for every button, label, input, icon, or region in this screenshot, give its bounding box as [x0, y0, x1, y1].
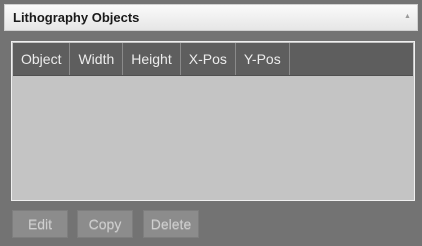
panel-titlebar: Lithography Objects ▲ — [4, 4, 418, 31]
list-body[interactable] — [13, 76, 413, 199]
chevron-up-icon[interactable]: ▲ — [403, 12, 412, 21]
objects-list[interactable]: Object Width Height X-Pos Y-Pos — [11, 41, 415, 201]
lithography-objects-panel: Lithography Objects ▲ Object Width Heigh… — [0, 0, 422, 246]
delete-button[interactable]: Delete — [143, 210, 199, 238]
list-header: Object Width Height X-Pos Y-Pos — [13, 43, 413, 75]
column-header-height[interactable]: Height — [123, 43, 181, 75]
edit-button[interactable]: Edit — [12, 210, 68, 238]
column-header-y-pos[interactable]: Y-Pos — [236, 43, 290, 75]
panel-title: Lithography Objects — [13, 10, 140, 25]
column-header-object[interactable]: Object — [13, 43, 71, 75]
column-header-width[interactable]: Width — [70, 43, 124, 75]
copy-button[interactable]: Copy — [77, 210, 133, 238]
column-header-x-pos[interactable]: X-Pos — [181, 43, 236, 75]
